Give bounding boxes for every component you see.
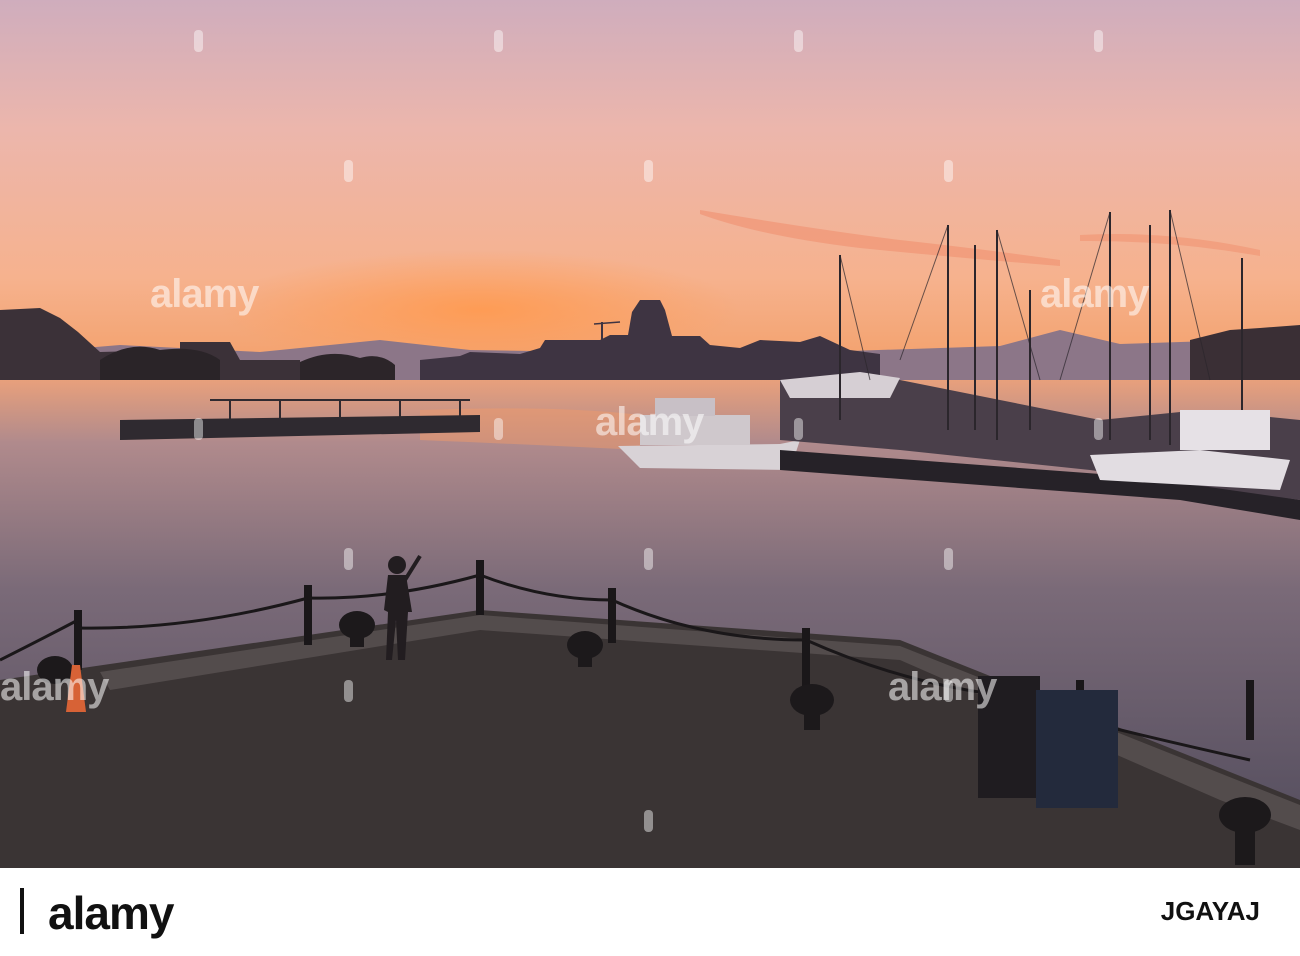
watermark-text: alamy: [888, 665, 997, 709]
watermark-text: alamy: [150, 272, 259, 316]
watermark-dot: [1094, 30, 1103, 52]
watermark-text: alamy: [1040, 272, 1149, 316]
watermark-dot: [644, 160, 653, 182]
recycling-bin: [1036, 690, 1118, 808]
footer-bar: alamy JGAYAJ: [0, 868, 1300, 956]
watermark-dot: [944, 548, 953, 570]
watermark-dot: [1094, 418, 1103, 440]
image-id: JGAYAJ: [1160, 896, 1260, 926]
watermark-dot: [194, 30, 203, 52]
watermark-text: alamy: [595, 400, 704, 444]
watermark-dot: [344, 160, 353, 182]
brand-mark-icon: [20, 888, 24, 934]
watermark-dot: [494, 30, 503, 52]
watermark-dot: [944, 160, 953, 182]
watermark-text: alamy: [0, 665, 109, 709]
watermark-dot: [344, 548, 353, 570]
harbour-sunset-photo: alamy alamy alamy alamy alamy: [0, 0, 1300, 868]
watermark-dot: [194, 418, 203, 440]
brand-logo: alamy: [48, 887, 174, 939]
watermark-dot: [644, 548, 653, 570]
watermark-dot: [344, 680, 353, 702]
watermark-dot: [644, 810, 653, 832]
yacht-cabin: [1180, 410, 1270, 450]
watermark-dot: [794, 418, 803, 440]
watermark-dot: [794, 30, 803, 52]
watermark-dot: [494, 418, 503, 440]
